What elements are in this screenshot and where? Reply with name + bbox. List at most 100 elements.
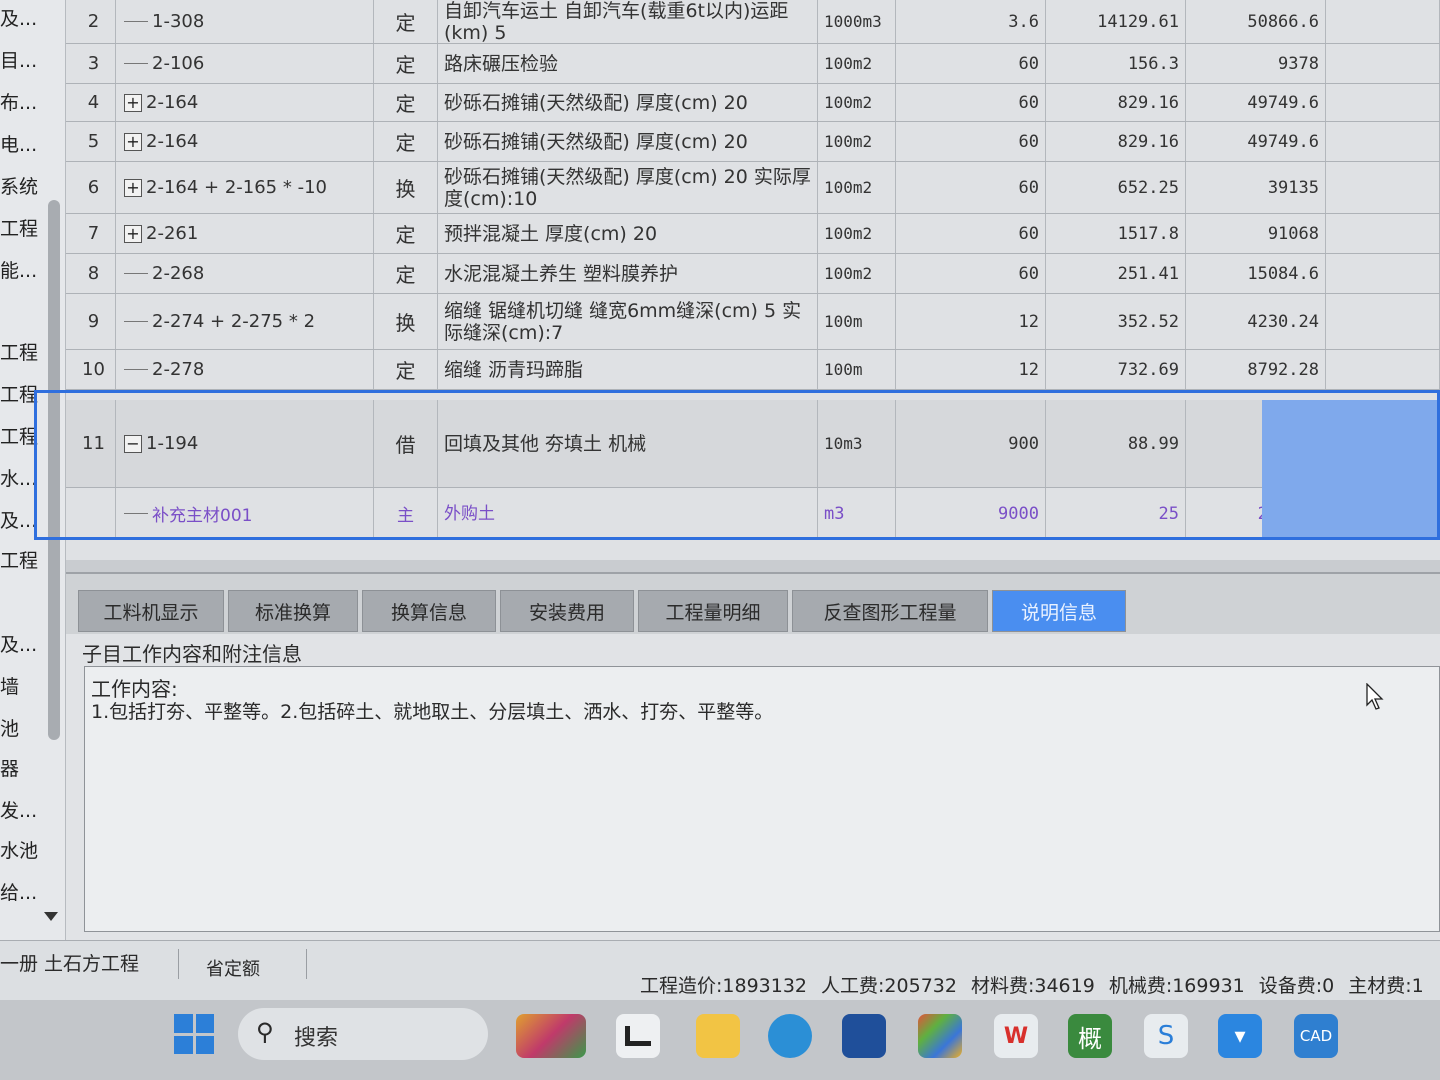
item-quantity[interactable]: 3.6 xyxy=(896,0,1046,43)
tab-description[interactable]: 说明信息 xyxy=(992,590,1126,632)
detail-tabs: 工料机显示 标准换算 换算信息 安装费用 工程量明细 反查图形工程量 说明信息 xyxy=(66,572,1440,634)
item-code[interactable]: +2-164 xyxy=(116,122,374,161)
table-row[interactable]: 9 2-274 + 2-275 * 2 换缩缝 锯缝机切缝 缝宽6mm缝深(cm) … xyxy=(66,294,1440,350)
cad-icon[interactable]: CAD xyxy=(1294,1014,1338,1058)
tree-item[interactable]: 系统 xyxy=(0,172,65,202)
item-total: 39135 xyxy=(1186,162,1326,213)
work-content-box[interactable]: 工作内容: 1.包括打夯、平整等。2.包括碎土、就地取土、分层填土、洒水、打夯、… xyxy=(84,666,1440,932)
item-code-text: 1-308 xyxy=(152,11,205,32)
tab-graphic-quantity[interactable]: 反查图形工程量 xyxy=(792,590,988,632)
file-explorer-icon[interactable] xyxy=(616,1014,660,1058)
edge-icon[interactable] xyxy=(768,1014,812,1058)
item-code[interactable]: 1-308 xyxy=(116,0,374,43)
expand-icon[interactable]: + xyxy=(124,178,142,197)
item-code[interactable]: +2-164 xyxy=(116,84,374,121)
tree-item[interactable]: 目... xyxy=(0,46,65,76)
item-total: 50866.6 xyxy=(1186,0,1326,43)
item-code[interactable]: +2-261 xyxy=(116,214,374,253)
wps-icon[interactable]: W xyxy=(994,1014,1038,1058)
item-name[interactable]: 砂砾石摊铺(天然级配) 厚度(cm) 20 xyxy=(438,84,818,121)
tree-item[interactable]: 给... xyxy=(0,878,65,908)
item-quantity[interactable]: 12 xyxy=(896,350,1046,389)
widgets-icon[interactable] xyxy=(918,1014,962,1058)
item-name[interactable]: 缩缝 沥青玛蹄脂 xyxy=(438,350,818,389)
item-quantity[interactable]: 60 xyxy=(896,254,1046,293)
extra-column xyxy=(1326,44,1440,83)
table-row[interactable]: 3 2-106 定路床碾压检验 100m2 60 156.3 9378 xyxy=(66,44,1440,84)
item-code[interactable]: 2-268 xyxy=(116,254,374,293)
item-name[interactable]: 砂砾石摊铺(天然级配) 厚度(cm) 20 xyxy=(438,122,818,161)
item-code[interactable]: 2-274 + 2-275 * 2 xyxy=(116,294,374,349)
item-unit-price: 829.16 xyxy=(1046,84,1186,121)
item-unit-price: 829.16 xyxy=(1046,122,1186,161)
item-type: 定 xyxy=(374,44,438,83)
taskbar-search[interactable]: ⚲ 搜索 xyxy=(238,1008,488,1060)
item-code-text: 2-261 xyxy=(146,223,199,244)
tree-item[interactable]: 器 xyxy=(0,754,65,784)
expand-icon[interactable]: + xyxy=(124,132,142,151)
item-unit: 100m2 xyxy=(818,122,896,161)
table-row[interactable]: 4 +2-164 定砂砾石摊铺(天然级配) 厚度(cm) 20 100m2 60 829.… xyxy=(66,84,1440,122)
item-code[interactable]: 2-278 xyxy=(116,350,374,389)
windows-start-icon[interactable] xyxy=(174,1014,214,1054)
item-code[interactable]: +2-164 + 2-165 * -10 xyxy=(116,162,374,213)
item-name[interactable]: 水泥混凝土养生 塑料膜养护 xyxy=(438,254,818,293)
row-number: 10 xyxy=(72,350,116,389)
gai-app-icon[interactable]: 概 xyxy=(1068,1014,1112,1058)
selected-item-outline xyxy=(34,390,1440,540)
material-cost: 材料费:34619 xyxy=(970,975,1095,997)
folder-icon[interactable] xyxy=(696,1014,740,1058)
item-unit-price: 1517.8 xyxy=(1046,214,1186,253)
status-chapter: 一册 土石方工程 xyxy=(0,953,140,975)
item-quantity[interactable]: 60 xyxy=(896,122,1046,161)
tree-connector xyxy=(124,273,148,274)
item-unit-price: 352.52 xyxy=(1046,294,1186,349)
table-row[interactable]: 10 2-278 定缩缝 沥青玛蹄脂 100m 12 732.69 8792.28 xyxy=(66,350,1440,390)
row-number: 4 xyxy=(72,84,116,121)
item-name[interactable]: 砂砾石摊铺(天然级配) 厚度(cm) 20 实际厚度(cm):10 xyxy=(438,162,818,213)
table-row[interactable]: 7 +2-261 定预拌混凝土 厚度(cm) 20 100m2 60 1517.8 9106… xyxy=(66,214,1440,254)
item-code[interactable]: 2-106 xyxy=(116,44,374,83)
expand-icon[interactable]: + xyxy=(124,93,142,112)
item-quantity[interactable]: 60 xyxy=(896,44,1046,83)
row-number: 8 xyxy=(72,254,116,293)
tab-quantity-detail[interactable]: 工程量明细 xyxy=(638,590,788,632)
item-type: 定 xyxy=(374,84,438,121)
item-code-text: 2-164 + 2-165 * -10 xyxy=(146,177,327,198)
item-total: 49749.6 xyxy=(1186,122,1326,161)
expand-icon[interactable]: + xyxy=(124,224,142,243)
table-row[interactable]: 8 2-268 定水泥混凝土养生 塑料膜养护 100m2 60 251.41 15084.6 xyxy=(66,254,1440,294)
tree-item[interactable]: 发... xyxy=(0,796,65,826)
item-unit-price: 251.41 xyxy=(1046,254,1186,293)
tab-conversion-info[interactable]: 换算信息 xyxy=(362,590,496,632)
item-quantity[interactable]: 60 xyxy=(896,214,1046,253)
tree-item[interactable]: 及... xyxy=(0,4,65,34)
tab-install-fee[interactable]: 安装费用 xyxy=(500,590,634,632)
taskbar-app-icon[interactable] xyxy=(516,1014,586,1058)
item-name[interactable]: 路床碾压检验 xyxy=(438,44,818,83)
item-quantity[interactable]: 12 xyxy=(896,294,1046,349)
item-name[interactable]: 自卸汽车运土 自卸汽车(载重6t以内)运距(km) 5 xyxy=(438,0,818,43)
item-type: 换 xyxy=(374,294,438,349)
store-icon[interactable] xyxy=(842,1014,886,1058)
item-unit: 100m xyxy=(818,350,896,389)
table-row[interactable]: 6 +2-164 + 2-165 * -10 换砂砾石摊铺(天然级配) 厚度(cm)… xyxy=(66,162,1440,214)
sogou-icon[interactable]: S xyxy=(1144,1014,1188,1058)
table-row[interactable]: 2 1-308 定自卸汽车运土 自卸汽车(载重6t以内)运距(km) 5 1000m3… xyxy=(66,0,1440,44)
tree-item[interactable]: 水池 xyxy=(0,836,65,866)
pin-app-icon[interactable]: ▾ xyxy=(1218,1014,1262,1058)
item-name[interactable]: 缩缝 锯缝机切缝 缝宽6mm缝深(cm) 5 实际缝深(cm):7 xyxy=(438,294,818,349)
scroll-down-arrow-icon[interactable] xyxy=(44,912,58,921)
tab-labor-material[interactable]: 工料机显示 xyxy=(78,590,224,632)
extra-column xyxy=(1326,162,1440,213)
item-name[interactable]: 预拌混凝土 厚度(cm) 20 xyxy=(438,214,818,253)
tab-standard-conversion[interactable]: 标准换算 xyxy=(228,590,358,632)
tree-item[interactable]: 电... xyxy=(0,130,65,160)
table-row[interactable]: 5 +2-164 定砂砾石摊铺(天然级配) 厚度(cm) 20 100m2 60 829.… xyxy=(66,122,1440,162)
item-quantity[interactable]: 60 xyxy=(896,162,1046,213)
equipment-cost: 设备费:0 xyxy=(1258,975,1335,997)
tree-item[interactable]: 布... xyxy=(0,88,65,118)
item-total: 91068 xyxy=(1186,214,1326,253)
extra-column xyxy=(1326,254,1440,293)
item-quantity[interactable]: 60 xyxy=(896,84,1046,121)
